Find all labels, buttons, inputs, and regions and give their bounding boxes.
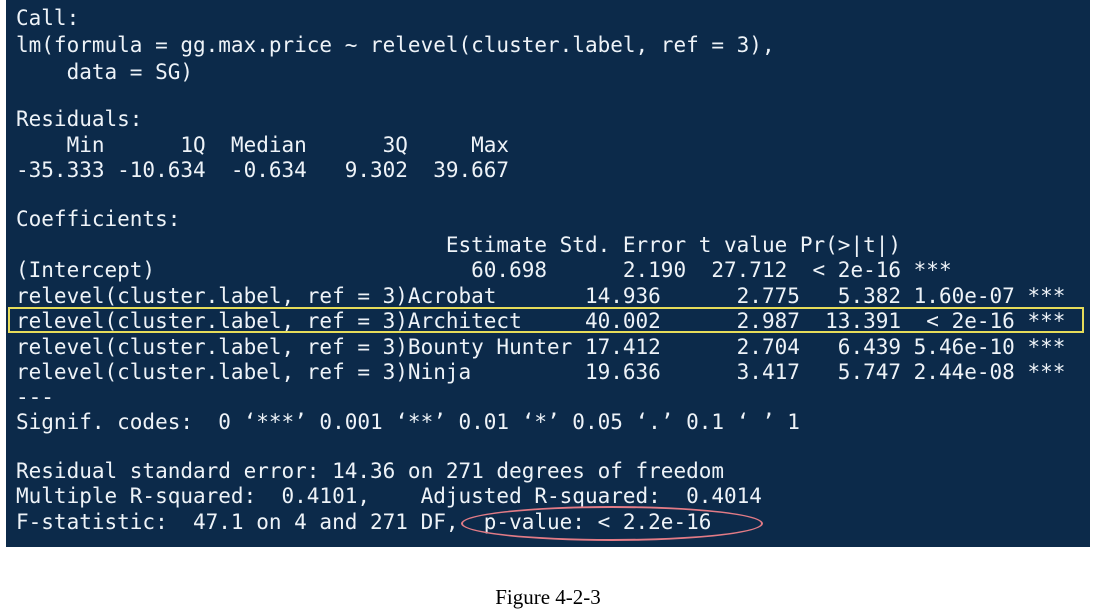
call-data-line: data = SG): [16, 60, 194, 84]
coef-row-ninja: relevel(cluster.label, ref = 3)Ninja 19.…: [16, 360, 1066, 384]
residuals-values: -35.333 -10.634 -0.634 9.302 39.667: [16, 158, 510, 182]
residuals-header: Residuals:: [16, 107, 143, 131]
residuals-labels: Min 1Q Median 3Q Max: [16, 133, 510, 157]
call-formula-line: lm(formula = gg.max.price ~ relevel(clus…: [16, 33, 775, 57]
coef-row-intercept: (Intercept) 60.698 2.190 27.712 < 2e-16 …: [16, 258, 952, 282]
p-value-circle-annotation: [461, 506, 763, 541]
architect-row-highlight: [8, 307, 1084, 333]
call-header: Call:: [16, 6, 80, 30]
signif-codes-line: Signif. codes: 0 ‘***’ 0.001 ‘**’ 0.01 ‘…: [16, 410, 800, 434]
figure-caption: Figure 4-2-3: [495, 585, 601, 609]
residual-se-line: Residual standard error: 14.36 on 271 de…: [16, 459, 725, 483]
coef-row-bounty-hunter: relevel(cluster.label, ref = 3)Bounty Hu…: [16, 335, 1066, 359]
coefficients-header: Coefficients:: [16, 207, 181, 231]
coef-row-acrobat: relevel(cluster.label, ref = 3)Acrobat 1…: [16, 284, 1066, 308]
r-squared-line: Multiple R-squared: 0.4101, Adjusted R-s…: [16, 484, 775, 508]
coef-column-headers: Estimate Std. Error t value Pr(>|t|): [16, 233, 952, 257]
r-console-output: Call: lm(formula = gg.max.price ~ releve…: [6, 0, 1090, 547]
separator-line: ---: [16, 385, 54, 409]
